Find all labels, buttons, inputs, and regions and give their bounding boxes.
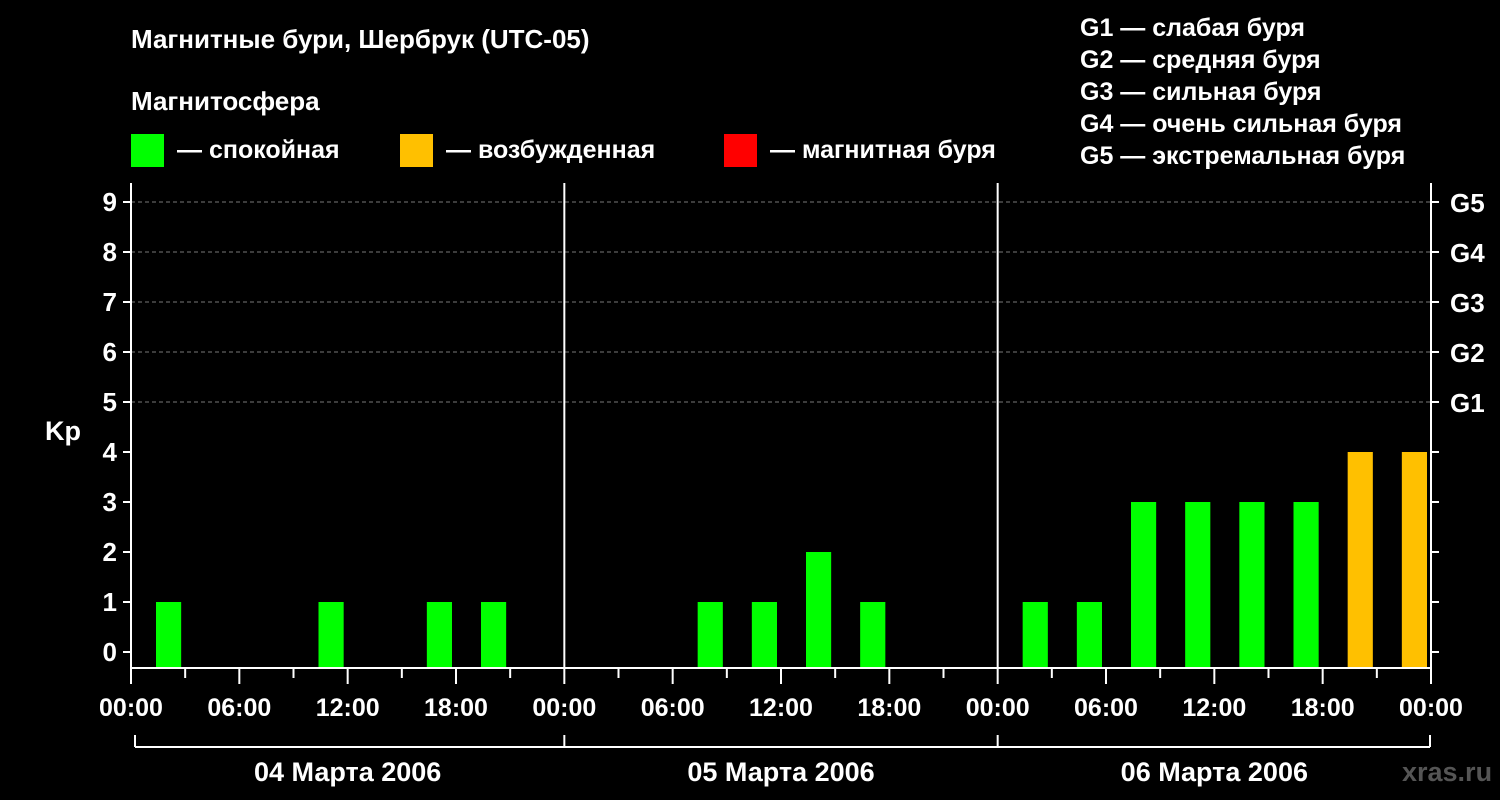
right-axis-label: G1 [1450,388,1485,418]
x-tick-label: 00:00 [532,694,596,722]
kp-bar [860,602,886,668]
kp-bar-chart: Kp 0 1 2 3 4 5 6 7 8 9 G1 G2 G3 G4 G5 00:00 06:00 12:00 18… [45,183,1485,787]
kp-bar [1239,502,1265,668]
kp-bar [1076,602,1102,668]
kp-bar [1401,452,1427,668]
y-tick-label: 0 [103,637,117,667]
x-tick-label: 06:00 [641,694,705,722]
x-tick-label: 00:00 [966,694,1030,722]
kp-bar [1185,502,1211,668]
kp-bar [1293,502,1319,668]
right-axis-label: G5 [1450,188,1485,218]
y-tick-label: 3 [103,487,117,517]
kp-bar [1131,502,1157,668]
kp-bar [318,602,344,668]
watermark: xras.ru [1402,757,1493,787]
kp-bar [481,602,507,668]
y-tick-label: 8 [103,237,117,267]
kp-bar [806,552,832,668]
x-tick-label: 18:00 [1291,694,1355,722]
x-tick-label: 06:00 [207,694,271,722]
day-label: 06 Марта 2006 [1121,757,1308,787]
x-tick-label: 18:00 [857,694,921,722]
x-tick-label: 00:00 [1399,694,1463,722]
right-axis-label: G4 [1450,238,1485,268]
kp-bar [1022,602,1048,668]
day-label: 05 Марта 2006 [687,757,874,787]
y-axis-label: Kp [45,416,81,446]
x-tick-label: 00:00 [99,694,163,722]
kp-bar [156,602,182,668]
kp-bar [1347,452,1373,668]
y-tick-label: 1 [103,587,117,617]
x-tick-label: 06:00 [1074,694,1138,722]
y-tick-label: 2 [103,537,117,567]
day-label: 04 Марта 2006 [254,757,441,787]
kp-bar [426,602,452,668]
y-tick-label: 4 [103,437,118,467]
kp-bar [697,602,723,668]
y-tick-label: 9 [103,187,117,217]
right-axis-label: G3 [1450,288,1485,318]
x-tick-label: 18:00 [424,694,488,722]
right-axis-label: G2 [1450,338,1485,368]
x-tick-label: 12:00 [749,694,813,722]
y-tick-label: 5 [103,387,117,417]
x-tick-label: 12:00 [1182,694,1246,722]
x-tick-label: 12:00 [316,694,380,722]
y-tick-label: 6 [103,337,117,367]
kp-bar [751,602,777,668]
y-tick-label: 7 [103,287,117,317]
